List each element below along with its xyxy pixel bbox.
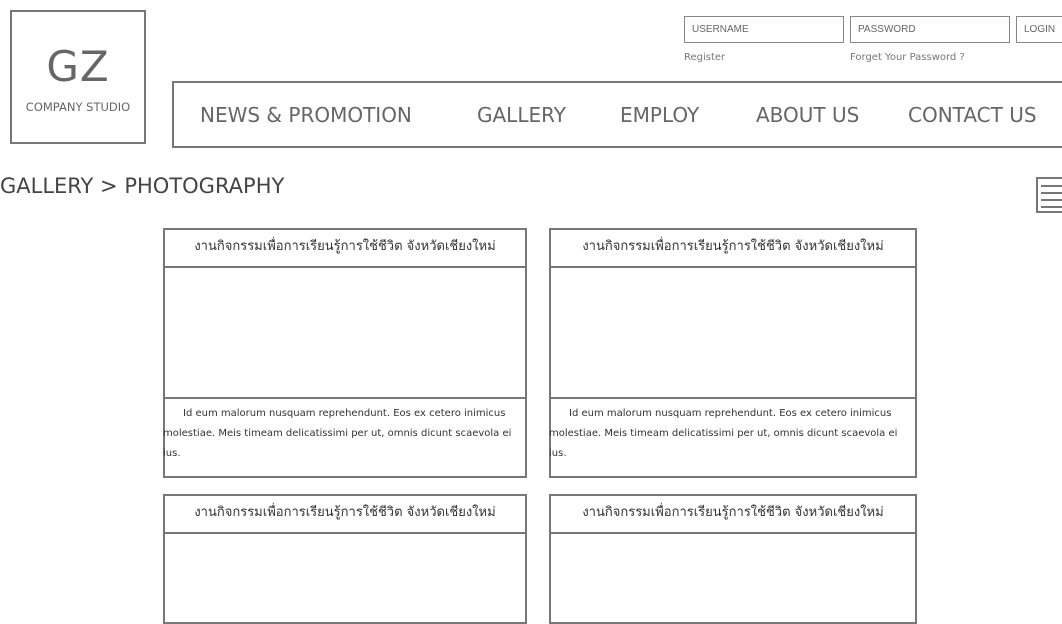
register-link[interactable]: Register xyxy=(684,52,725,63)
nav-item-gallery[interactable]: GALLERY xyxy=(477,103,566,127)
gallery-card[interactable]: งานกิจกรรมเพื่อการเรียนรู้การใช้ชีวิต จั… xyxy=(163,228,527,478)
logo-subtitle: COMPANY STUDIO xyxy=(25,100,131,114)
gallery-card[interactable]: งานกิจกรรมเพื่อการเรียนรู้การใช้ชีวิต จั… xyxy=(549,228,917,478)
company-logo[interactable]: GZ COMPANY STUDIO xyxy=(10,10,146,144)
card-description: Id eum malorum nusquam reprehendunt. Eos… xyxy=(549,408,898,459)
card-title: งานกิจกรรมเพื่อการเรียนรู้การใช้ชีวิต จั… xyxy=(551,230,915,268)
main-nav: NEWS & PROMOTION GALLERY EMPLOY ABOUT US… xyxy=(172,81,1062,148)
card-image-placeholder xyxy=(551,268,915,399)
username-input[interactable] xyxy=(684,16,844,43)
nav-item-employ[interactable]: EMPLOY xyxy=(620,103,699,127)
card-title: งานกิจกรรมเพื่อการเรียนรู้การใช้ชีวิต จั… xyxy=(165,230,525,268)
card-title: งานกิจกรรมเพื่อการเรียนรู้การใช้ชีวิต จั… xyxy=(165,496,525,534)
login-button[interactable]: LOGIN xyxy=(1016,16,1062,43)
password-input[interactable] xyxy=(850,16,1010,43)
gallery-card[interactable]: งานกิจกรรมเพื่อการเรียนรู้การใช้ชีวิต จั… xyxy=(163,494,527,624)
forgot-password-link[interactable]: Forget Your Password ? xyxy=(850,52,965,63)
card-description: Id eum malorum nusquam reprehendunt. Eos… xyxy=(163,408,512,459)
nav-item-contact-us[interactable]: CONTACT US xyxy=(908,103,1037,127)
nav-item-about-us[interactable]: ABOUT US xyxy=(756,103,859,127)
page-title: GALLERY > PHOTOGRAPHY xyxy=(0,174,285,198)
hamburger-menu-icon[interactable] xyxy=(1036,177,1062,213)
card-title: งานกิจกรรมเพื่อการเรียนรู้การใช้ชีวิต จั… xyxy=(551,496,915,534)
logo-text: GZ xyxy=(46,42,110,91)
gallery-card[interactable]: งานกิจกรรมเพื่อการเรียนรู้การใช้ชีวิต จั… xyxy=(549,494,917,624)
card-image-placeholder xyxy=(165,268,525,399)
nav-item-news-promotion[interactable]: NEWS & PROMOTION xyxy=(200,103,412,127)
